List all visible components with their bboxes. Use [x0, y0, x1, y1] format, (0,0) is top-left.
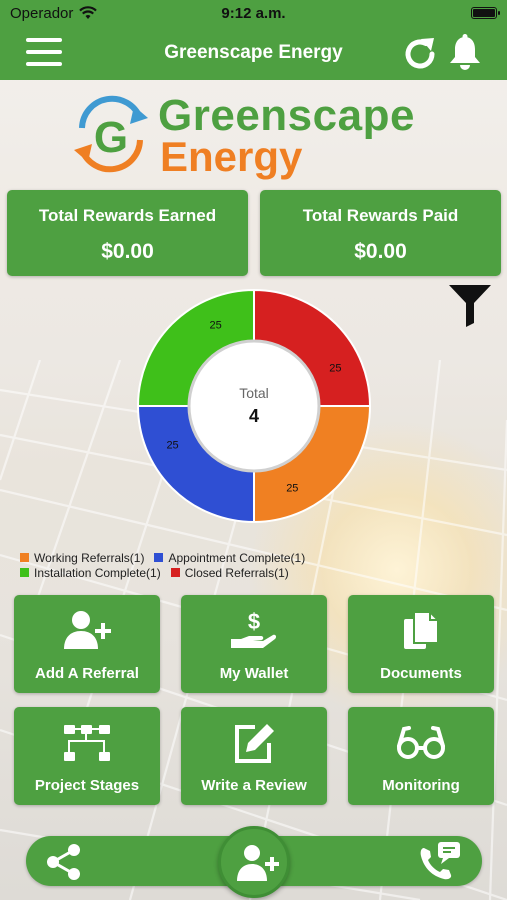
bell-icon — [450, 34, 480, 70]
add-user-icon — [237, 845, 279, 881]
refresh-button[interactable] — [401, 35, 439, 73]
svg-text:G: G — [94, 113, 128, 162]
filter-icon — [449, 285, 491, 327]
my-wallet-tile[interactable]: $ My Wallet — [181, 595, 327, 693]
svg-text:$: $ — [248, 609, 260, 634]
menu-button[interactable] — [26, 38, 62, 68]
legend-label: Installation Complete(1) — [34, 565, 161, 580]
rewards-paid-label: Total Rewards Paid — [302, 206, 459, 225]
wallet-hand-dollar-icon: $ — [231, 609, 277, 648]
legend-item-appointment: Appointment Complete(1) — [154, 551, 305, 565]
legend-row: Installation Complete(1) Closed Referral… — [20, 565, 500, 580]
legend-item-closed: Closed Referrals(1) — [170, 565, 289, 580]
tile-label: Project Stages — [34, 777, 140, 794]
share-button[interactable] — [44, 842, 84, 882]
add-referral-fab[interactable] — [218, 826, 290, 898]
add-referral-tile[interactable]: Add A Referral — [14, 595, 160, 693]
project-stages-tile[interactable]: Project Stages — [14, 707, 160, 805]
refresh-icon — [405, 38, 435, 69]
write-review-tile[interactable]: Write a Review — [181, 707, 327, 805]
legend-item-installation: Installation Complete(1) — [20, 566, 161, 580]
phone-chat-icon — [420, 842, 460, 880]
tile-label: Documents — [380, 665, 462, 682]
legend-item-working: Working Referrals(1) — [20, 551, 144, 565]
donut-slice-label-3: 25 — [210, 320, 222, 332]
documents-tile[interactable]: Documents — [348, 595, 494, 693]
monitoring-tile[interactable]: Monitoring — [348, 707, 494, 805]
donut-chart-svg: Total 4 25 25 25 25 — [136, 288, 372, 524]
donut-slice-label-0: 25 — [329, 363, 341, 375]
rewards-earned-label: Total Rewards Earned — [38, 206, 217, 225]
tile-label: My Wallet — [219, 665, 289, 682]
tile-label: Write a Review — [201, 777, 307, 794]
tile-label: Monitoring — [382, 777, 460, 794]
donut-center-value: 4 — [249, 406, 259, 426]
documents-icon — [404, 611, 439, 649]
total-rewards-paid-card[interactable]: Total Rewards Paid $0.00 — [260, 190, 501, 276]
donut-slice-label-2: 25 — [166, 439, 178, 451]
clock: 9:12 a.m. — [221, 4, 286, 22]
add-user-icon — [64, 611, 111, 649]
contact-call-button[interactable] — [418, 840, 462, 882]
total-rewards-earned-card[interactable]: Total Rewards Earned $0.00 — [7, 190, 248, 276]
donut-slice-label-1: 25 — [286, 482, 298, 494]
battery-icon — [471, 7, 500, 19]
legend-row: Working Referrals(1) Appointment Complet… — [20, 550, 500, 565]
legend-label: Working Referrals(1) — [34, 550, 145, 565]
filter-button[interactable] — [447, 283, 493, 329]
chart-legend: Working Referrals(1) Appointment Complet… — [20, 550, 500, 580]
project-stages-icon — [64, 725, 110, 761]
notifications-button[interactable] — [447, 34, 483, 72]
legend-label: Closed Referrals(1) — [184, 565, 289, 580]
status-bar: Operador 9:12 a.m. — [0, 0, 507, 26]
tile-label: Add A Referral — [35, 665, 139, 682]
share-icon — [47, 844, 80, 880]
logo-text-energy: Energy — [160, 133, 303, 180]
referrals-donut-chart: Total 4 25 25 25 25 — [136, 288, 372, 524]
logo-text-greenscape: Greenscape — [158, 91, 415, 140]
donut-center-label: Total — [239, 385, 269, 401]
legend-label: Appointment Complete(1) — [168, 550, 306, 565]
company-logo: G Greenscape Energy — [70, 88, 440, 180]
glasses-icon — [397, 726, 445, 759]
rewards-earned-value: $0.00 — [101, 240, 154, 263]
logo-g-mark: G — [74, 95, 148, 173]
rewards-paid-value: $0.00 — [354, 240, 407, 263]
app-header: Greenscape Energy — [0, 26, 507, 80]
write-review-icon — [235, 724, 274, 763]
hamburger-menu-icon — [26, 38, 62, 42]
